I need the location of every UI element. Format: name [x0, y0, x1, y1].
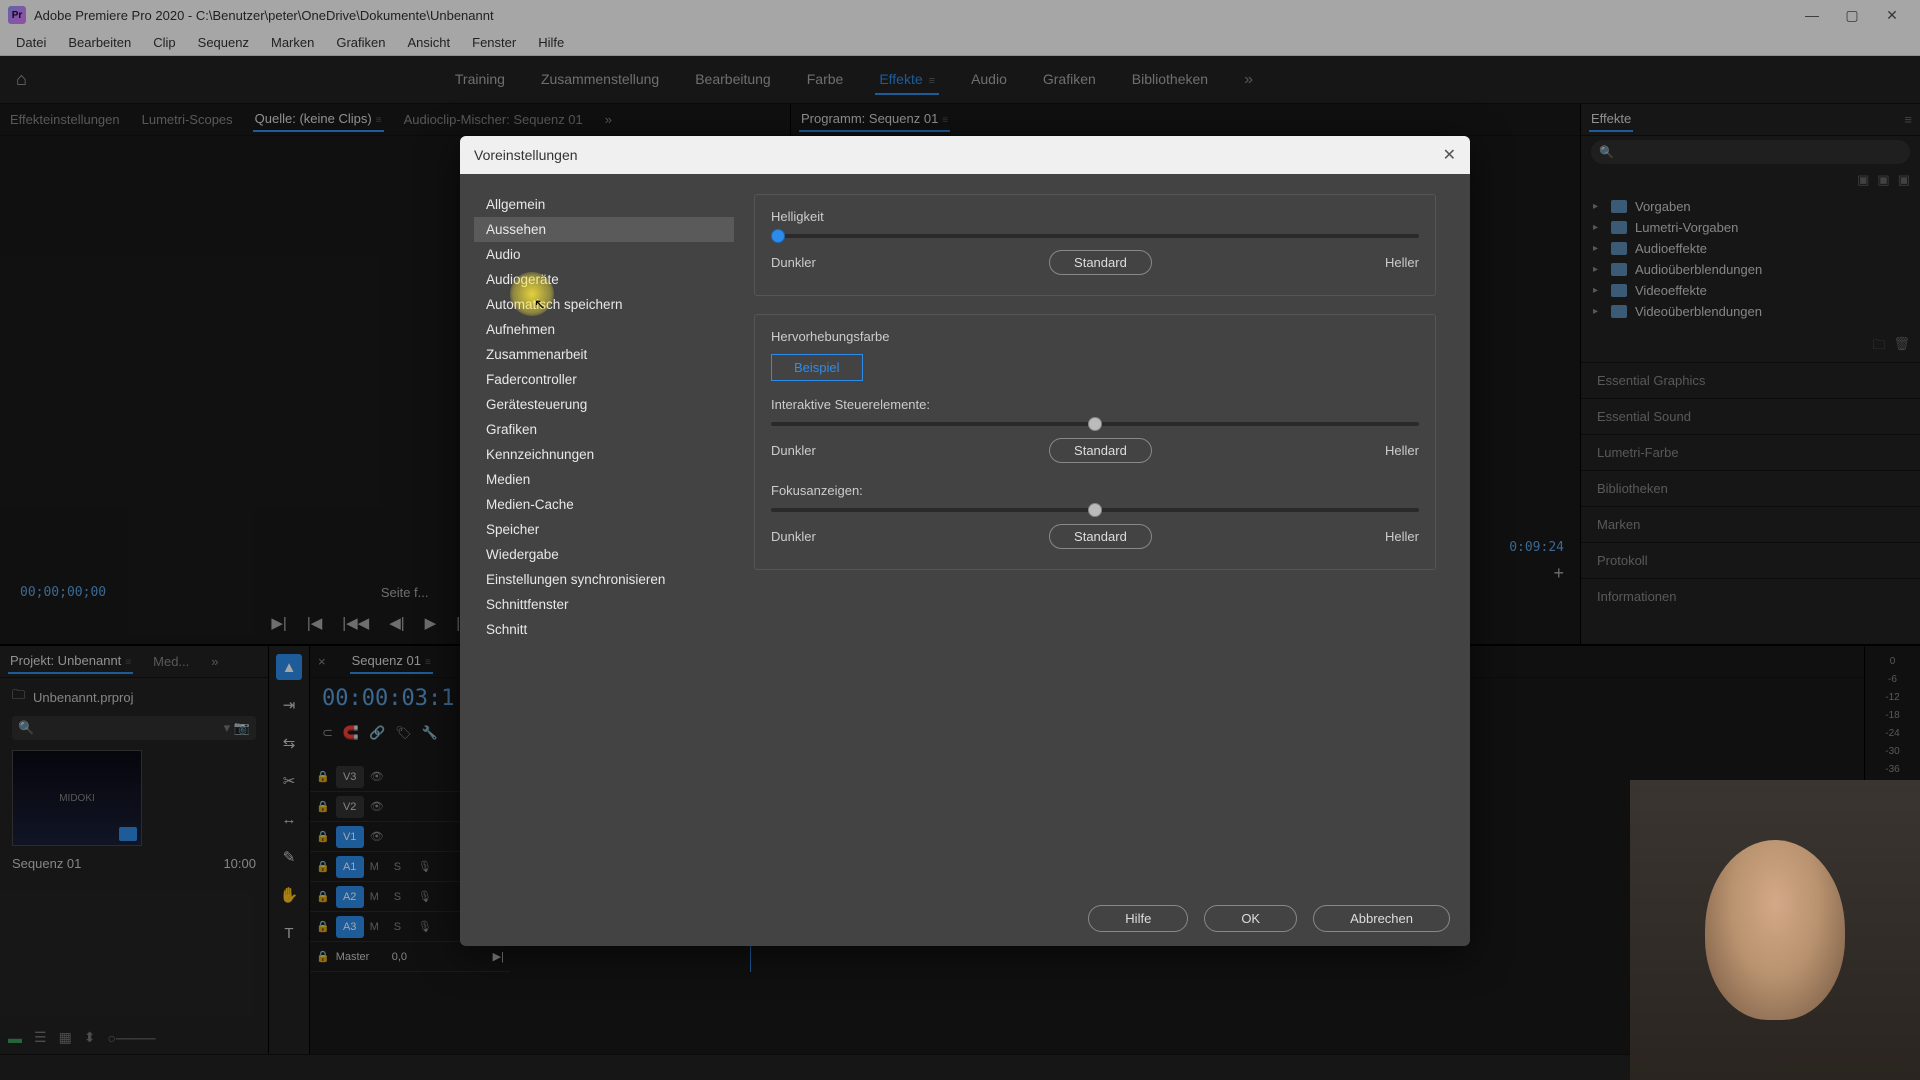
- pref-cat-wiedergabe[interactable]: Wiedergabe: [474, 542, 734, 567]
- help-button[interactable]: Hilfe: [1088, 905, 1188, 932]
- pref-cat-medien[interactable]: Medien: [474, 467, 734, 492]
- pref-cat-allgemein[interactable]: Allgemein: [474, 192, 734, 217]
- interactive-slider[interactable]: [771, 422, 1419, 426]
- pref-cat-mediencache[interactable]: Medien-Cache: [474, 492, 734, 517]
- pref-cat-grafiken[interactable]: Grafiken: [474, 417, 734, 442]
- ok-button[interactable]: OK: [1204, 905, 1297, 932]
- brightness-darker-label: Dunkler: [771, 255, 816, 270]
- dialog-titlebar: Voreinstellungen ✕: [460, 136, 1470, 174]
- brightness-slider[interactable]: [771, 234, 1419, 238]
- webcam-overlay: [1630, 780, 1920, 1080]
- dialog-close-button[interactable]: ✕: [1443, 145, 1456, 165]
- preferences-content: Helligkeit Dunkler Standard Heller Hervo…: [734, 188, 1456, 877]
- brightness-standard-button[interactable]: Standard: [1049, 250, 1152, 275]
- interactive-controls-label: Interaktive Steuerelemente:: [771, 397, 1419, 412]
- pref-cat-aussehen[interactable]: Aussehen: [474, 217, 734, 242]
- focus-lighter-label: Heller: [1385, 529, 1419, 544]
- pref-cat-aufnehmen[interactable]: Aufnehmen: [474, 317, 734, 342]
- pref-cat-kennzeichnungen[interactable]: Kennzeichnungen: [474, 442, 734, 467]
- interactive-lighter-label: Heller: [1385, 443, 1419, 458]
- pref-cat-sync[interactable]: Einstellungen synchronisieren: [474, 567, 734, 592]
- pref-cat-schnittfenster[interactable]: Schnittfenster: [474, 592, 734, 617]
- brightness-label: Helligkeit: [771, 209, 1419, 224]
- pref-cat-autosave[interactable]: Automatisch speichern: [474, 292, 734, 317]
- focus-indicators-label: Fokusanzeigen:: [771, 483, 1419, 498]
- preferences-dialog: Voreinstellungen ✕ Allgemein Aussehen Au…: [460, 136, 1470, 946]
- interactive-darker-label: Dunkler: [771, 443, 816, 458]
- pref-cat-audiogeraete[interactable]: Audiogeräte: [474, 267, 734, 292]
- cursor-icon: ↖: [534, 296, 546, 313]
- focus-darker-label: Dunkler: [771, 529, 816, 544]
- pref-cat-geraete[interactable]: Gerätesteuerung: [474, 392, 734, 417]
- preferences-sidebar: Allgemein Aussehen Audio Audiogeräte Aut…: [474, 188, 734, 877]
- interactive-standard-button[interactable]: Standard: [1049, 438, 1152, 463]
- focus-standard-button[interactable]: Standard: [1049, 524, 1152, 549]
- brightness-lighter-label: Heller: [1385, 255, 1419, 270]
- pref-cat-fader[interactable]: Fadercontroller: [474, 367, 734, 392]
- dialog-title: Voreinstellungen: [474, 147, 578, 163]
- highlight-color-label: Hervorhebungsfarbe: [771, 329, 1419, 344]
- pref-cat-zusammenarbeit[interactable]: Zusammenarbeit: [474, 342, 734, 367]
- pref-cat-audio[interactable]: Audio: [474, 242, 734, 267]
- pref-cat-speicher[interactable]: Speicher: [474, 517, 734, 542]
- cancel-button[interactable]: Abbrechen: [1313, 905, 1450, 932]
- focus-slider[interactable]: [771, 508, 1419, 512]
- pref-cat-schnitt[interactable]: Schnitt: [474, 617, 734, 642]
- beispiel-button[interactable]: Beispiel: [771, 354, 863, 381]
